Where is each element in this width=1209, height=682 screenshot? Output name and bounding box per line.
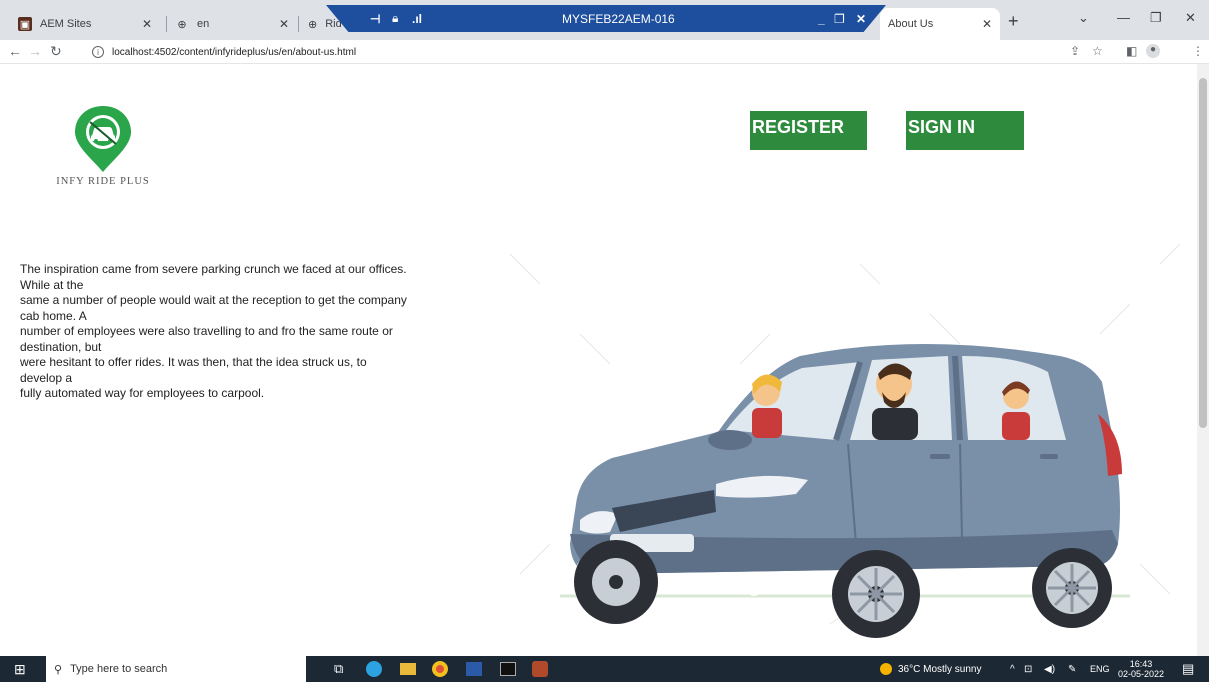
weather-widget[interactable]: 36°C Mostly sunny bbox=[880, 656, 981, 682]
share-icon[interactable]: ⇪ bbox=[1070, 44, 1080, 58]
sun-icon bbox=[880, 663, 892, 675]
back-icon[interactable]: ← bbox=[8, 43, 22, 59]
tab-en[interactable]: ⊕ en ✕ bbox=[167, 8, 297, 40]
about-paragraph: The inspiration came from severe parking… bbox=[20, 262, 410, 402]
browser-toolbar: ← → ↻ i localhost:4502/content/infyridep… bbox=[0, 40, 1209, 64]
remote-session-bar: ⊣ 🔒︎ .ıl MYSFEB22AEM-016 _ ❐ ✕ bbox=[326, 5, 886, 32]
taskbar-search-box[interactable]: ⚲ Type here to search bbox=[46, 656, 306, 682]
volume-icon[interactable]: ◀) bbox=[1044, 656, 1055, 682]
url-text: localhost:4502/content/infyrideplus/us/e… bbox=[112, 46, 357, 58]
tab-label: en bbox=[197, 18, 210, 30]
search-icon: ⚲ bbox=[54, 663, 63, 676]
about-line: The inspiration came from severe parking… bbox=[20, 262, 407, 292]
info-icon[interactable]: i bbox=[92, 46, 104, 58]
weather-text: 36°C Mostly sunny bbox=[898, 663, 982, 675]
restore-button[interactable]: ❐ bbox=[1150, 10, 1162, 26]
pen-icon[interactable]: ✎ bbox=[1068, 656, 1076, 682]
page-viewport: INFY RIDE PLUS REGISTER SIGN IN The insp… bbox=[0, 64, 1197, 656]
bookmark-star-icon[interactable]: ☆ bbox=[1092, 44, 1103, 58]
app-icon[interactable] bbox=[532, 656, 548, 682]
new-tab-button[interactable]: + bbox=[1008, 11, 1019, 32]
scrollbar-thumb[interactable] bbox=[1199, 78, 1207, 428]
pin-icon[interactable]: ⊣ bbox=[370, 12, 380, 26]
signal-icon: .ıl bbox=[412, 11, 423, 26]
close-icon[interactable]: ✕ bbox=[279, 17, 289, 31]
remote-desktop-icon[interactable] bbox=[466, 656, 482, 682]
edge-icon[interactable] bbox=[366, 656, 382, 682]
tab-separator bbox=[298, 16, 299, 32]
close-icon[interactable]: ✕ bbox=[142, 17, 152, 31]
file-explorer-icon[interactable] bbox=[400, 656, 416, 682]
profile-avatar-icon[interactable]: ● bbox=[1146, 44, 1160, 58]
tab-label: About Us bbox=[888, 18, 934, 30]
windows-taskbar: ⊞ ⚲ Type here to search ⧉ 36°C Mostly su… bbox=[0, 656, 1209, 682]
page-scrollbar[interactable] bbox=[1197, 64, 1209, 656]
network-icon[interactable]: ⊡ bbox=[1024, 656, 1032, 682]
notifications-icon[interactable]: ▤ bbox=[1182, 656, 1194, 682]
tab-search-icon[interactable]: ⌄ bbox=[1078, 10, 1089, 26]
sign-in-button[interactable]: SIGN IN bbox=[906, 111, 1024, 150]
windows-start-icon[interactable]: ⊞ bbox=[14, 656, 26, 682]
clock[interactable]: 16:43 02-05-2022 bbox=[1118, 656, 1164, 682]
lock-icon: 🔒︎ bbox=[392, 11, 399, 25]
about-line: were hesitant to offer rides. It was the… bbox=[20, 355, 367, 385]
reload-icon[interactable]: ↻ bbox=[50, 43, 62, 60]
side-panel-icon[interactable]: ◧ bbox=[1126, 44, 1137, 58]
close-button[interactable]: ✕ bbox=[1185, 10, 1196, 26]
about-line: same a number of people would wait at th… bbox=[20, 293, 407, 323]
search-placeholder: Type here to search bbox=[70, 663, 168, 675]
tab-aem-sites[interactable]: ▣ AEM Sites ✕ bbox=[10, 8, 160, 40]
forward-icon[interactable]: → bbox=[28, 43, 42, 59]
restore-icon[interactable]: ❐ bbox=[834, 12, 845, 26]
carpool-illustration bbox=[500, 243, 1197, 656]
terminal-icon[interactable] bbox=[500, 656, 516, 682]
browser-tabstrip: ▣ AEM Sites ✕ ⊕ en ✕ ⊕ Rid ⊣ 🔒︎ .ıl MYSF… bbox=[0, 0, 1209, 40]
register-button[interactable]: REGISTER bbox=[750, 111, 867, 150]
language-indicator[interactable]: ENG bbox=[1090, 656, 1110, 682]
minimize-icon[interactable]: _ bbox=[818, 12, 825, 26]
clock-date: 02-05-2022 bbox=[1118, 669, 1165, 679]
about-line: number of employees were also travelling… bbox=[20, 324, 393, 354]
clock-time: 16:43 bbox=[1129, 659, 1153, 669]
tab-label: AEM Sites bbox=[40, 18, 92, 30]
minimize-button[interactable]: — bbox=[1117, 10, 1130, 25]
task-view-icon[interactable]: ⧉ bbox=[334, 656, 343, 682]
aem-icon: ▣ bbox=[18, 17, 32, 31]
globe-icon: ⊕ bbox=[177, 18, 187, 31]
address-bar[interactable]: i localhost:4502/content/infyrideplus/us… bbox=[92, 43, 1062, 61]
chrome-icon[interactable] bbox=[432, 656, 448, 682]
site-logo[interactable]: INFY RIDE PLUS bbox=[48, 102, 158, 192]
globe-icon: ⊕ bbox=[308, 18, 318, 31]
close-icon[interactable]: ✕ bbox=[856, 12, 866, 26]
chevron-up-icon[interactable]: ^ bbox=[1010, 656, 1015, 682]
close-icon[interactable]: ✕ bbox=[982, 17, 992, 31]
remote-session-title: MYSFEB22AEM-016 bbox=[562, 11, 675, 26]
tab-about-us[interactable]: About Us ✕ bbox=[880, 8, 1000, 40]
logo-text: INFY RIDE PLUS bbox=[56, 176, 150, 187]
map-pin-car-icon bbox=[75, 106, 131, 172]
menu-kebab-icon[interactable]: ⋮ bbox=[1192, 44, 1204, 58]
about-line: fully automated way for employees to car… bbox=[20, 386, 265, 400]
